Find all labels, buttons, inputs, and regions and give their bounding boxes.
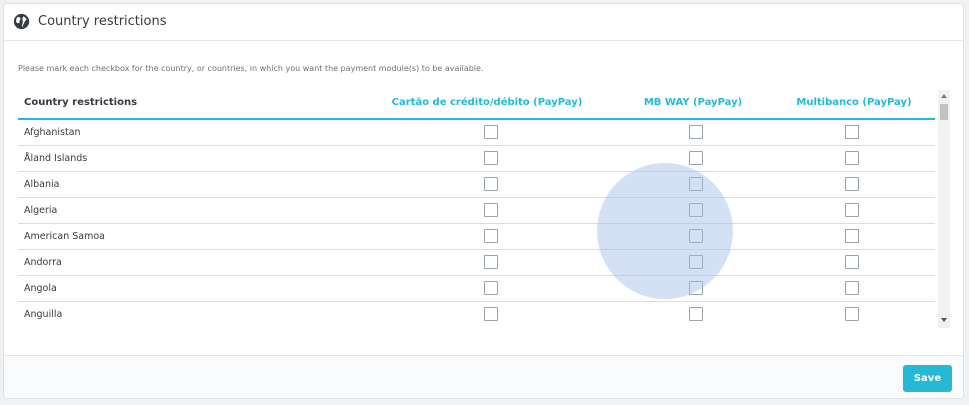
mbway-checkbox[interactable] bbox=[689, 307, 703, 321]
multibanco-checkbox[interactable] bbox=[845, 177, 859, 191]
help-text: Please mark each checkbox for the countr… bbox=[18, 64, 484, 73]
table-row: Angola bbox=[18, 276, 935, 302]
country-name: Anguilla bbox=[24, 309, 63, 320]
country-restrictions-panel: Country restrictions Please mark each ch… bbox=[3, 3, 964, 399]
scroll-up-arrow-icon[interactable] bbox=[941, 94, 947, 98]
panel-title: Country restrictions bbox=[38, 14, 167, 29]
multibanco-checkbox[interactable] bbox=[845, 125, 859, 139]
mbway-checkbox[interactable] bbox=[689, 125, 703, 139]
table-row: Andorra bbox=[18, 250, 935, 276]
mbway-checkbox[interactable] bbox=[689, 281, 703, 295]
country-name: Angola bbox=[24, 283, 57, 294]
table-header: Country restrictions Cartão de crédito/d… bbox=[18, 88, 935, 120]
table-row: Åland Islands bbox=[18, 146, 935, 172]
country-name: Albania bbox=[24, 179, 60, 190]
table-row: American Samoa bbox=[18, 224, 935, 250]
country-table: Country restrictions Cartão de crédito/d… bbox=[18, 88, 935, 330]
table-row: Afghanistan bbox=[18, 120, 935, 146]
country-name: American Samoa bbox=[24, 231, 105, 242]
card-checkbox[interactable] bbox=[484, 177, 498, 191]
column-header-multibanco: Multibanco (PayPay) bbox=[796, 97, 912, 108]
save-button[interactable]: Save bbox=[903, 365, 952, 392]
mbway-checkbox[interactable] bbox=[689, 255, 703, 269]
country-name: Afghanistan bbox=[24, 127, 81, 138]
multibanco-checkbox[interactable] bbox=[845, 151, 859, 165]
multibanco-checkbox[interactable] bbox=[845, 203, 859, 217]
mbway-checkbox[interactable] bbox=[689, 203, 703, 217]
globe-icon bbox=[13, 13, 30, 30]
scroll-down-arrow-icon[interactable] bbox=[941, 318, 947, 322]
card-checkbox[interactable] bbox=[484, 281, 498, 295]
country-name: Algeria bbox=[24, 205, 58, 216]
column-header-card: Cartão de crédito/débito (PayPay) bbox=[391, 97, 583, 108]
table-scrollbar[interactable] bbox=[938, 90, 950, 328]
card-checkbox[interactable] bbox=[484, 203, 498, 217]
table-row: Anguilla bbox=[18, 302, 935, 328]
scrollbar-thumb[interactable] bbox=[940, 104, 948, 120]
panel-footer: Save bbox=[4, 355, 963, 398]
mbway-checkbox[interactable] bbox=[689, 151, 703, 165]
panel-header: Country restrictions bbox=[4, 4, 963, 41]
multibanco-checkbox[interactable] bbox=[845, 229, 859, 243]
table-row: Albania bbox=[18, 172, 935, 198]
multibanco-checkbox[interactable] bbox=[845, 281, 859, 295]
multibanco-checkbox[interactable] bbox=[845, 307, 859, 321]
column-header-country: Country restrictions bbox=[24, 97, 138, 108]
card-checkbox[interactable] bbox=[484, 151, 498, 165]
column-header-mbway: MB WAY (PayPay) bbox=[643, 97, 743, 108]
mbway-checkbox[interactable] bbox=[689, 177, 703, 191]
card-checkbox[interactable] bbox=[484, 255, 498, 269]
card-checkbox[interactable] bbox=[484, 229, 498, 243]
card-checkbox[interactable] bbox=[484, 125, 498, 139]
multibanco-checkbox[interactable] bbox=[845, 255, 859, 269]
table-row: Algeria bbox=[18, 198, 935, 224]
card-checkbox[interactable] bbox=[484, 307, 498, 321]
country-name: Andorra bbox=[24, 257, 62, 268]
mbway-checkbox[interactable] bbox=[689, 229, 703, 243]
country-name: Åland Islands bbox=[24, 153, 88, 164]
